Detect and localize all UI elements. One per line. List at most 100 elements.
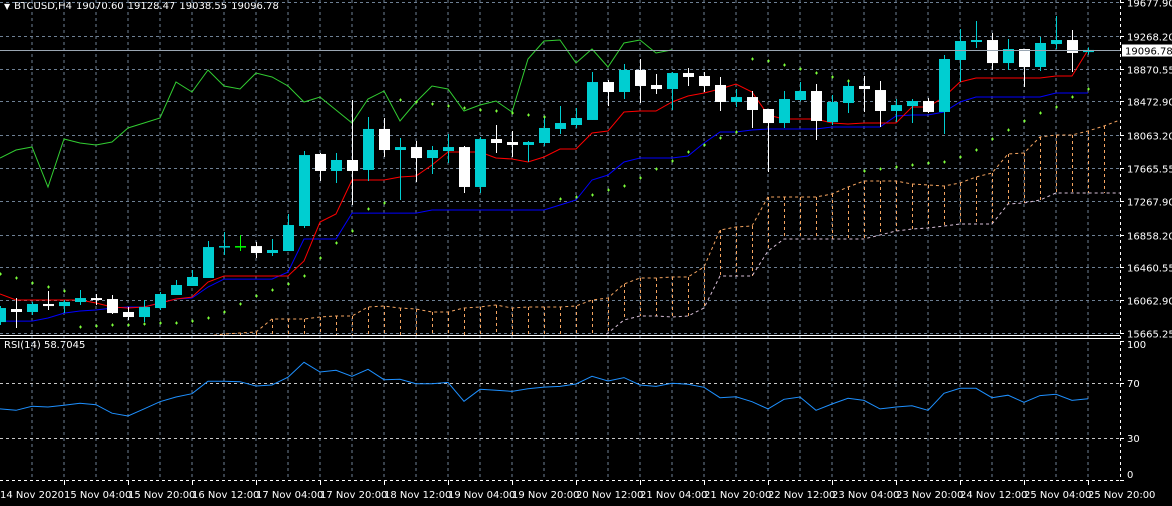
price-axis-label: 18472.90 [1127, 98, 1172, 109]
candle[interactable] [171, 279, 182, 295]
candle-body [91, 298, 102, 301]
sar-dot [111, 323, 114, 327]
candle[interactable] [731, 89, 742, 108]
price-axis-label: 18063.20 [1127, 132, 1172, 143]
candle[interactable] [379, 117, 390, 158]
rsi-axis-label: 30 [1127, 434, 1140, 445]
time-axis-label: 20 Nov 12:00 [576, 490, 643, 501]
candle[interactable] [827, 94, 838, 126]
candle[interactable] [779, 91, 790, 128]
candle-body [907, 100, 918, 107]
price-chart[interactable]: 19677.90 19268.20 18870.55 18472.90 18063.20… [0, 0, 1172, 506]
candle[interactable] [155, 292, 166, 311]
candle[interactable] [283, 214, 294, 252]
candle[interactable] [1035, 36, 1046, 72]
candle[interactable] [59, 300, 70, 314]
candle[interactable] [267, 239, 278, 257]
candle[interactable] [859, 75, 870, 112]
sar-dot [1039, 111, 1042, 115]
candle-body [27, 303, 38, 312]
price-axis-label: 16460.55 [1127, 264, 1172, 275]
candle[interactable] [875, 81, 886, 127]
candle[interactable] [75, 290, 86, 305]
sar-dot [399, 98, 402, 102]
candle[interactable] [603, 80, 614, 107]
candle[interactable] [363, 117, 374, 182]
sar-dot [991, 137, 994, 141]
sar-dot [271, 288, 274, 292]
candle[interactable] [299, 151, 310, 228]
candle[interactable] [235, 235, 246, 252]
candle[interactable] [315, 152, 326, 182]
candle[interactable] [635, 58, 646, 103]
candle-body [75, 298, 86, 303]
candle-body [603, 82, 614, 93]
candle[interactable] [523, 141, 534, 162]
candle[interactable] [91, 294, 102, 305]
candle[interactable] [331, 152, 342, 184]
sar-dot [879, 167, 882, 171]
candle-body [59, 302, 70, 307]
candle[interactable] [683, 67, 694, 86]
candle[interactable] [699, 72, 710, 93]
candle[interactable] [203, 241, 214, 278]
candle[interactable] [27, 302, 38, 316]
sar-dot [527, 113, 530, 117]
candle[interactable] [491, 125, 502, 153]
candle[interactable] [747, 91, 758, 128]
candle[interactable] [715, 76, 726, 111]
candle[interactable] [1019, 49, 1030, 87]
candle[interactable] [187, 269, 198, 286]
price-axis-label: 16858.20 [1127, 232, 1172, 243]
sar-dot [639, 176, 642, 180]
candle[interactable] [427, 146, 438, 175]
candle[interactable] [0, 306, 6, 326]
candle[interactable] [251, 242, 262, 259]
candle[interactable] [1051, 16, 1062, 50]
candle[interactable] [459, 146, 470, 194]
time-axis-label: 19 Nov 04:00 [448, 490, 515, 501]
sar-dot [559, 197, 562, 201]
candle-body [875, 90, 886, 111]
candle-body [475, 139, 486, 187]
candle[interactable] [555, 106, 566, 135]
time-axis-label: 15 Nov 20:00 [128, 490, 195, 501]
candle[interactable] [939, 55, 950, 135]
candle[interactable] [539, 117, 550, 147]
candle-body [619, 69, 630, 93]
time-axis-label: 17 Nov 04:00 [256, 490, 323, 501]
candle[interactable] [1003, 39, 1014, 70]
time-axis-label: 15 Nov 04:00 [64, 490, 131, 501]
candle[interactable] [795, 82, 806, 101]
sar-dot [799, 67, 802, 71]
candle[interactable] [139, 300, 150, 323]
sar-dot [815, 71, 818, 75]
candle[interactable] [107, 294, 118, 315]
candle[interactable] [811, 84, 822, 141]
candle[interactable] [587, 72, 598, 120]
candle[interactable] [507, 131, 518, 158]
candle[interactable] [651, 74, 662, 94]
sar-dot [623, 184, 626, 188]
candle[interactable] [475, 136, 486, 194]
sar-dot [335, 241, 338, 245]
candle-body [891, 105, 902, 111]
candle-body [971, 40, 982, 42]
sar-dot [47, 285, 50, 289]
sar-dot [1023, 119, 1026, 123]
candle[interactable] [571, 108, 582, 128]
candle[interactable] [123, 307, 134, 320]
rsi-axis-label: 70 [1127, 379, 1140, 390]
candle[interactable] [763, 109, 774, 173]
candle[interactable] [11, 298, 22, 328]
sar-dot [367, 207, 370, 211]
candle[interactable] [1083, 47, 1094, 55]
sar-dot [351, 229, 354, 233]
sar-dot [687, 150, 690, 154]
candle[interactable] [971, 21, 982, 49]
candle-body [587, 82, 598, 120]
candle[interactable] [987, 33, 998, 70]
candle[interactable] [443, 134, 454, 164]
candle[interactable] [923, 98, 934, 114]
candle[interactable] [843, 81, 854, 114]
